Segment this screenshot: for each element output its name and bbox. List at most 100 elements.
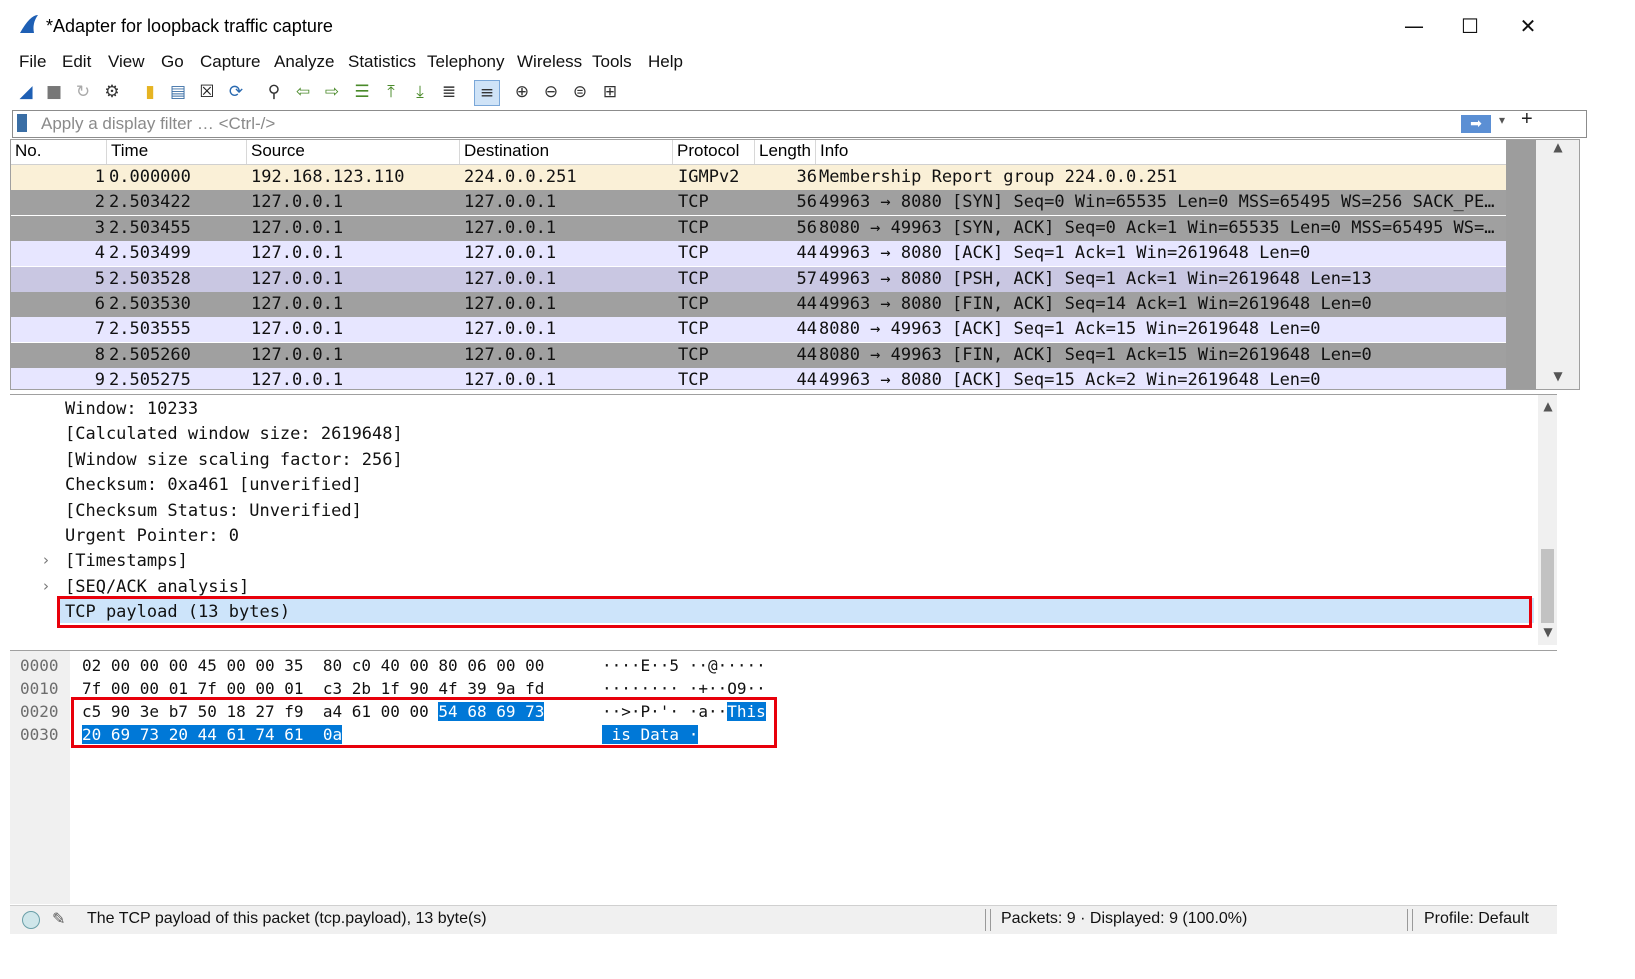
packet-row[interactable]: 7 2.503555 127.0.0.1 127.0.0.1 TCP 44 8080 → 4… <box>11 317 1506 343</box>
restart-icon[interactable]: ↻ <box>71 80 95 104</box>
packet-row[interactable]: 8 2.505260 127.0.0.1 127.0.0.1 TCP 44 8080 → 4… <box>11 342 1506 368</box>
filter-dropdown-icon[interactable]: ▾ <box>1499 113 1505 127</box>
packet-destination: 127.0.0.1 <box>464 294 557 314</box>
detail-line[interactable]: [Timestamps] <box>65 549 188 573</box>
packet-info: 49963 → 8080 [ACK] Seq=15 Ack=2 Win=2619… <box>819 370 1321 390</box>
ascii-bytes[interactable]: ····E··5 ··@····· <box>602 654 766 677</box>
ascii-bytes-plain[interactable]: ········ ·+··O9·· <box>602 679 766 698</box>
packet-row[interactable]: 1 0.000000 192.168.123.110 224.0.0.251 IGMPv… <box>11 165 1506 190</box>
packet-row[interactable]: 9 2.505275 127.0.0.1 127.0.0.1 TCP 44 49963 → … <box>11 368 1506 390</box>
packet-time: 2.503530 <box>109 294 191 314</box>
add-filter-button[interactable]: + <box>1521 108 1533 131</box>
packet-protocol: TCP <box>678 370 709 390</box>
packet-protocol: IGMPv2 <box>678 167 740 187</box>
packet-no: 8 <box>94 344 105 365</box>
packet-list-scrollbar[interactable]: ▲ ▼ <box>1506 140 1579 389</box>
menu-analyze[interactable]: Analyze <box>274 50 334 74</box>
packet-row[interactable]: 2 2.503422 127.0.0.1 127.0.0.1 TCP 56 49963 → … <box>11 190 1506 216</box>
menu-help[interactable]: Help <box>648 50 683 74</box>
menu-capture[interactable]: Capture <box>200 50 260 74</box>
minimize-button[interactable]: — <box>1386 8 1442 44</box>
byte-offset: 0010 <box>20 679 59 698</box>
detail-line[interactable]: Urgent Pointer: 0 <box>65 524 239 548</box>
col-protocol-header[interactable]: Protocol <box>673 140 755 164</box>
packet-protocol: TCP <box>678 268 709 289</box>
close-button[interactable]: ✕ <box>1500 8 1556 44</box>
packet-length: 56 <box>796 192 817 213</box>
close-file-icon[interactable]: ☒ <box>195 80 219 104</box>
details-scroll-down-icon[interactable]: ▼ <box>1538 625 1557 643</box>
details-scroll-up-icon[interactable]: ▲ <box>1538 399 1557 417</box>
menu-go[interactable]: Go <box>161 50 184 74</box>
menu-view[interactable]: View <box>108 50 145 74</box>
packet-list-minimap[interactable] <box>1506 140 1536 389</box>
options-gear-icon[interactable]: ⚙ <box>100 80 124 104</box>
apply-filter-arrow-icon[interactable]: ➡ <box>1461 115 1491 133</box>
packet-row[interactable]: 6 2.503530 127.0.0.1 127.0.0.1 TCP 44 49963 → … <box>11 292 1506 317</box>
menu-statistics[interactable]: Statistics <box>348 50 416 74</box>
col-info-header[interactable]: Info <box>816 140 1506 164</box>
display-filter-input[interactable] <box>41 112 1451 136</box>
detail-line[interactable]: [Calculated window size: 2619648] <box>65 422 403 446</box>
autoscroll-icon[interactable]: ≣ <box>437 80 461 104</box>
packet-time: 2.505275 <box>109 370 191 390</box>
go-back-icon[interactable]: ⇦ <box>291 80 315 104</box>
maximize-button[interactable]: ☐ <box>1442 8 1498 44</box>
shark-fin-start-icon[interactable]: ◢ <box>14 80 38 104</box>
packet-info: 49963 → 8080 [SYN] Seq=0 Win=65535 Len=0… <box>819 192 1495 213</box>
col-length-header[interactable]: Length <box>755 140 816 164</box>
save-file-icon[interactable]: ▤ <box>166 80 190 104</box>
open-folder-icon[interactable]: ▮ <box>138 80 162 104</box>
annotation-highlight-box <box>71 697 777 748</box>
go-forward-icon[interactable]: ⇨ <box>320 80 344 104</box>
stop-icon[interactable]: ■ <box>42 80 66 104</box>
packet-info: 49963 → 8080 [ACK] Seq=1 Ack=1 Win=26196… <box>819 243 1311 264</box>
zoom-in-icon[interactable]: ⊕ <box>510 80 534 104</box>
zoom-out-icon[interactable]: ⊖ <box>539 80 563 104</box>
col-source-header[interactable]: Source <box>247 140 460 164</box>
detail-line[interactable]: Window: 10233 <box>65 397 198 421</box>
go-to-packet-icon[interactable]: ☰ <box>350 80 374 104</box>
menu-wireless[interactable]: Wireless <box>517 50 582 74</box>
packet-row[interactable]: 3 2.503455 127.0.0.1 127.0.0.1 TCP 56 8080 → 4… <box>11 215 1506 241</box>
last-packet-icon[interactable]: ⤓ <box>408 80 432 104</box>
packet-row[interactable]: 4 2.503499 127.0.0.1 127.0.0.1 TCP 44 49963 → … <box>11 241 1506 267</box>
packet-row[interactable]: 5 2.503528 127.0.0.1 127.0.0.1 TCP 57 49963 → … <box>11 266 1506 292</box>
packet-length: 44 <box>796 243 817 264</box>
col-time-header[interactable]: Time <box>107 140 247 164</box>
menu-telephony[interactable]: Telephony <box>427 50 505 74</box>
scroll-up-icon[interactable]: ▲ <box>1548 140 1568 158</box>
details-scrollbar[interactable]: ▲ ▼ <box>1538 395 1557 645</box>
hex-bytes[interactable]: 02 00 00 00 45 00 00 35 80 c0 40 00 80 0… <box>82 654 544 677</box>
packet-length: 44 <box>796 294 817 314</box>
menu-tools[interactable]: Tools <box>592 50 632 74</box>
expand-caret-icon[interactable]: › <box>43 551 49 569</box>
col-no-header[interactable]: No. <box>11 140 107 164</box>
first-packet-icon[interactable]: ⤒ <box>379 80 403 104</box>
menu-file[interactable]: File <box>19 50 46 74</box>
zoom-normal-icon[interactable]: ⊜ <box>568 80 592 104</box>
reload-icon[interactable]: ⟳ <box>224 80 248 104</box>
bookmark-icon[interactable] <box>17 114 27 132</box>
expand-caret-icon[interactable]: › <box>43 577 49 595</box>
hex-bytes-plain[interactable]: 02 00 00 00 45 00 00 35 80 c0 40 00 80 0… <box>82 656 544 675</box>
col-destination-header[interactable]: Destination <box>460 140 673 164</box>
edit-comment-icon[interactable]: ✎ <box>52 909 65 928</box>
profile-label[interactable]: Profile: Default <box>1424 910 1529 928</box>
resize-columns-icon[interactable]: ⊞ <box>598 80 622 104</box>
colorize-icon[interactable]: ≡ <box>474 80 500 106</box>
expert-info-icon[interactable] <box>22 911 40 929</box>
detail-line[interactable]: [Checksum Status: Unverified] <box>65 499 362 523</box>
detail-line[interactable]: Checksum: 0xa461 [unverified] <box>65 473 362 497</box>
menu-edit[interactable]: Edit <box>62 50 91 74</box>
packet-protocol: TCP <box>678 344 709 365</box>
scroll-down-icon[interactable]: ▼ <box>1548 369 1568 387</box>
packet-length: 44 <box>796 319 817 340</box>
hex-bytes-plain[interactable]: 7f 00 00 01 7f 00 00 01 c3 2b 1f 90 4f 3… <box>82 679 544 698</box>
details-scroll-thumb[interactable] <box>1541 549 1554 623</box>
find-icon[interactable]: ⚲ <box>262 80 286 104</box>
ascii-bytes-plain[interactable]: ····E··5 ··@····· <box>602 656 766 675</box>
packet-time: 2.505260 <box>109 344 191 365</box>
packet-length: 36 <box>796 167 817 187</box>
detail-line[interactable]: [Window size scaling factor: 256] <box>65 448 403 472</box>
